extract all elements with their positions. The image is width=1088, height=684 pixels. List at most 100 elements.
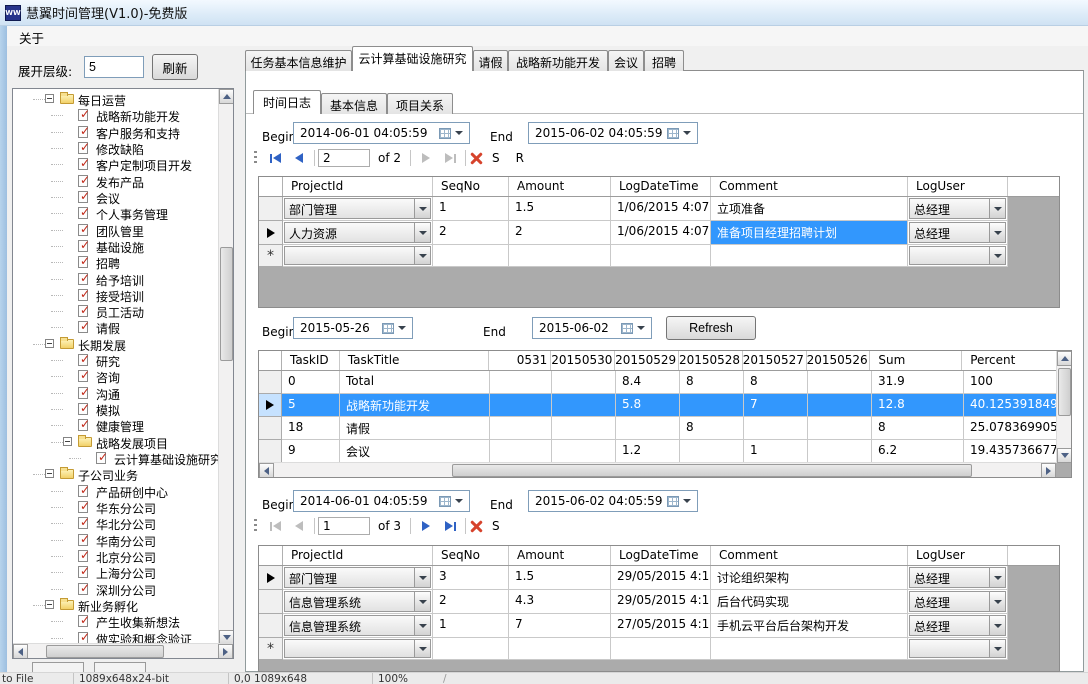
data-cell[interactable]: 25.07836990595... [964,417,1059,440]
column-header-Comment[interactable]: Comment [711,546,908,565]
tree-item[interactable]: 给予培训 [13,271,220,287]
data-cell[interactable] [490,371,552,394]
tree-item[interactable]: 深圳分公司 [13,581,220,597]
tree-item[interactable]: 华北分公司 [13,515,220,531]
data-cell[interactable] [680,394,744,417]
tree-hscrollbar[interactable] [13,643,233,658]
column-header-20150529[interactable]: 20150529 [615,351,679,370]
grid-vscrollbar[interactable] [1056,351,1071,463]
end-date-picker-2[interactable]: 2015-06-02 [532,317,652,339]
column-header-LogDateTime[interactable]: LogDateTime [611,177,711,196]
tree-item[interactable]: 基础设施 [13,238,220,254]
tree-item[interactable]: 请假 [13,319,220,335]
subtab-时间日志[interactable]: 时间日志 [253,90,321,114]
data-cell[interactable]: 8 [872,417,964,440]
logdatetime-cell[interactable]: 29/05/2015 4:16... [611,566,711,590]
toolbar-grip-icon[interactable] [254,151,257,165]
seqno-cell[interactable] [433,638,509,660]
data-cell[interactable]: 请假 [340,417,490,440]
collapse-icon[interactable] [45,600,54,609]
data-cell[interactable]: 5.8 [616,394,680,417]
data-cell[interactable]: 会议 [340,440,490,463]
row-header-cell[interactable] [259,371,282,394]
loguser-combo-cell[interactable]: 总经理 [908,566,1008,590]
data-cell[interactable] [552,417,616,440]
nav-position-input-1[interactable]: 2 [318,149,370,167]
refresh-button-1[interactable]: R [508,151,532,165]
tree-item[interactable]: 团队管里 [13,222,220,238]
logdatetime-cell[interactable] [611,245,711,267]
amount-cell[interactable] [509,245,611,267]
subtab-基本信息[interactable]: 基本信息 [321,93,387,114]
column-header-Amount[interactable]: Amount [509,546,611,565]
combo-dropdown-icon[interactable] [414,591,431,612]
scroll-right-icon[interactable] [218,644,233,659]
loguser-combo-cell[interactable] [908,245,1008,267]
data-cell[interactable]: 1.2 [616,440,680,463]
combo-dropdown-icon[interactable] [414,246,431,265]
tree-item[interactable]: 产生收集新想法 [13,613,220,629]
column-header-0531[interactable]: 0531 [489,351,551,370]
tree-item[interactable]: 战略发展项目 [13,434,220,450]
scroll-left-icon[interactable] [259,463,274,478]
comment-cell[interactable]: 后台代码实现 [711,590,908,614]
move-previous-icon[interactable] [287,148,311,168]
seqno-cell[interactable]: 3 [433,566,509,590]
tree-item[interactable]: 每日运营 [13,91,220,107]
combo-dropdown-icon[interactable] [414,198,431,219]
column-header-Percent[interactable]: Percent [962,351,1057,370]
loguser-combo-cell[interactable]: 总经理 [908,197,1008,221]
tree-item[interactable]: 新业务孵化 [13,597,220,613]
row-header-cell[interactable]: * [259,245,283,267]
combo-dropdown-icon[interactable] [414,222,431,243]
combo-dropdown-icon[interactable] [414,615,431,636]
amount-cell[interactable]: 2 [509,221,611,245]
tree-item[interactable]: 会议 [13,189,220,205]
tree-item[interactable]: 发布产品 [13,173,220,189]
toolbar-grip-icon[interactable] [254,519,257,533]
data-cell[interactable] [808,394,872,417]
row-header-cell[interactable]: * [259,638,283,660]
row-header-cell[interactable] [259,590,283,614]
comment-cell[interactable]: 立项准备 [711,197,908,221]
window-titlebar[interactable]: WW 慧翼时间管理(V1.0)-免费版 [0,0,1088,26]
tree-item[interactable]: 产品研创中心 [13,483,220,499]
data-cell[interactable] [744,417,808,440]
collapse-icon[interactable] [45,94,54,103]
loguser-combo-cell[interactable]: 总经理 [908,614,1008,638]
begin-datetime-picker-3[interactable]: 2014-06-01 04:05:59 [293,490,470,512]
scroll-left-icon[interactable] [13,644,28,659]
column-header-SeqNo[interactable]: SeqNo [433,546,509,565]
column-header-LogUser[interactable]: LogUser [908,177,1008,196]
data-cell[interactable]: 战略新功能开发 [340,394,490,417]
comment-cell[interactable]: 手机云平台后台架构开发 [711,614,908,638]
row-header-cell[interactable] [259,614,283,638]
refresh-tree-button[interactable]: 刷新 [152,54,198,80]
tree-item[interactable]: 招聘 [13,254,220,270]
tree-item[interactable]: 个人事务管理 [13,205,220,221]
data-cell[interactable] [616,417,680,440]
tab-云计算基础设施研究[interactable]: 云计算基础设施研究 [352,46,473,71]
logdatetime-cell[interactable]: 29/05/2015 4:11... [611,590,711,614]
delete-record-icon[interactable] [469,151,484,166]
column-header-20150530[interactable]: 20150530 [551,351,615,370]
combo-dropdown-icon[interactable] [414,639,431,658]
combo-dropdown-icon[interactable] [989,246,1006,265]
row-header-cell[interactable] [259,440,282,463]
move-next-icon[interactable] [414,148,438,168]
logdatetime-cell[interactable]: 1/06/2015 4:07 ... [611,197,711,221]
tree-vscroll-thumb[interactable] [220,247,233,361]
project-combo-cell[interactable]: 人力资源 [283,221,433,245]
seqno-cell[interactable]: 2 [433,590,509,614]
comment-cell[interactable]: 讨论组织架构 [711,566,908,590]
tree-item[interactable]: 健康管理 [13,417,220,433]
column-header-ProjectId[interactable]: ProjectId [283,177,433,196]
subtab-项目关系[interactable]: 项目关系 [387,93,453,114]
row-header-cell[interactable] [259,566,283,590]
combo-dropdown-icon[interactable] [989,639,1006,658]
begin-datetime-picker-1[interactable]: 2014-06-01 04:05:59 [293,122,470,144]
tab-会议[interactable]: 会议 [608,50,644,71]
data-cell[interactable]: 7 [744,394,808,417]
end-datetime-picker-3[interactable]: 2015-06-02 04:05:59 [528,490,698,512]
data-cell[interactable]: 19.43573667711... [964,440,1059,463]
